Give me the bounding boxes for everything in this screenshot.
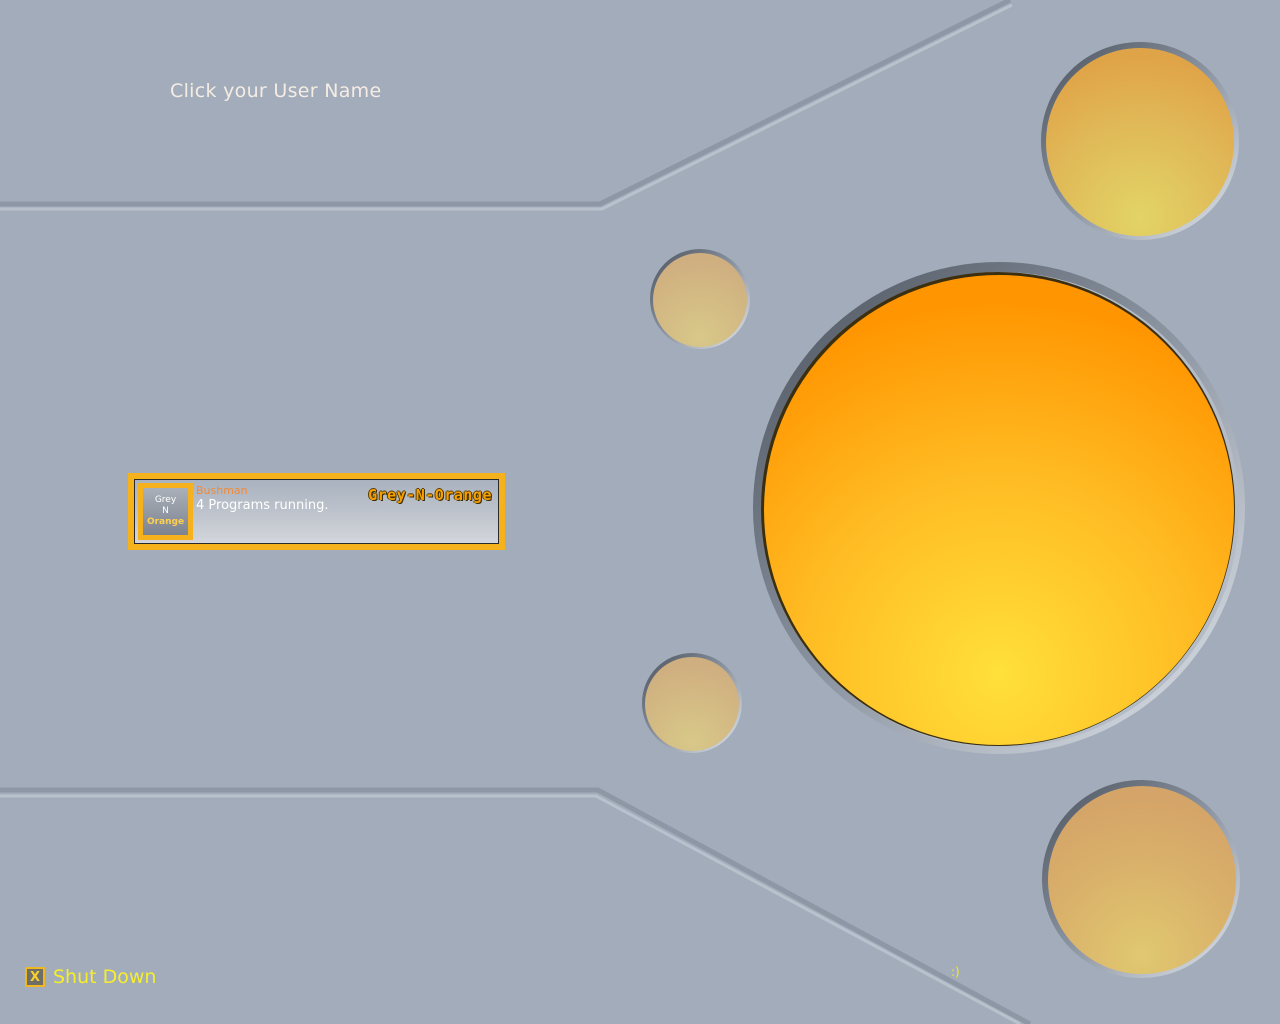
shutdown-label: Shut Down <box>53 966 157 988</box>
avatar-line-2: N <box>162 506 169 516</box>
avatar-line-1: Grey <box>154 495 177 505</box>
theme-logo: Grey-N-Orange <box>368 486 492 504</box>
user-status: 4 Programs running. <box>196 498 329 513</box>
user-name[interactable]: Bushman <box>196 484 248 497</box>
avatar-line-3: Orange <box>146 517 185 527</box>
user-avatar[interactable]: Grey N Orange <box>138 483 193 540</box>
shutdown-button[interactable]: X Shut Down <box>25 964 156 990</box>
logon-screen: Click your User Name Grey N Orange Bushm… <box>0 0 1280 1024</box>
smiley-text: :) <box>951 965 960 979</box>
avatar-picture: Grey N Orange <box>143 488 188 535</box>
shutdown-icon: X <box>25 967 45 987</box>
instruction-text: Click your User Name <box>170 80 382 102</box>
user-tile-bushman[interactable]: Grey N Orange Bushman 4 Programs running… <box>128 473 505 550</box>
user-tile-body: Grey N Orange Bushman 4 Programs running… <box>134 479 499 544</box>
